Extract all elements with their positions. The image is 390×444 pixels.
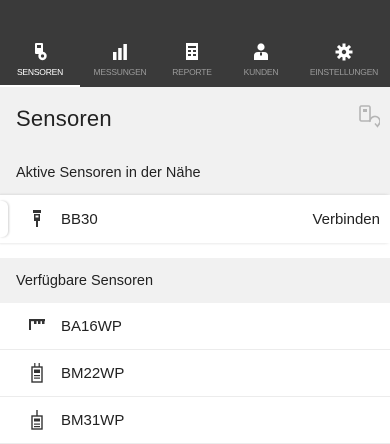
tab-sensoren[interactable]: SENSOREN [0, 40, 80, 87]
report-icon [186, 43, 198, 60]
section-header-nearby: Aktive Sensoren in der Nähe [0, 150, 390, 195]
section-title-available: Verfügbare Sensoren [16, 272, 154, 289]
section-header-available: Verfügbare Sensoren [0, 258, 390, 303]
tab-messungen-label: MESSUNGEN [93, 67, 147, 77]
main-tabs: SENSOREN MESSUNGEN REPORTE KUNDEN EINSTE… [0, 40, 390, 87]
sensor-name: BM22WP [61, 364, 125, 382]
list-item-sensor-bm31wp[interactable]: BM31WP [0, 397, 390, 444]
sensor-name: BA16WP [61, 317, 122, 335]
comb-sensor-icon [29, 319, 45, 330]
customers-icon [254, 43, 268, 60]
tab-einstellungen-label: EINSTELLUNGEN [309, 67, 379, 77]
tab-kunden[interactable]: KUNDEN [224, 40, 298, 87]
gear-icon [335, 43, 353, 61]
sensor-name: BB30 [61, 210, 98, 228]
tab-kunden-label: KUNDEN [243, 67, 279, 77]
connect-button[interactable]: Verbinden [312, 211, 380, 228]
probe-icon [33, 210, 41, 227]
top-navigation-bar: SENSOREN MESSUNGEN REPORTE KUNDEN EINSTE… [0, 0, 390, 87]
tab-messungen[interactable]: MESSUNGEN [80, 40, 160, 87]
meter-icon [31, 363, 43, 383]
list-item-sensor-bb30[interactable]: BB30 Verbinden [0, 195, 390, 243]
tab-reporte-label: REPORTE [172, 67, 212, 77]
page-title: Sensoren [16, 105, 112, 131]
list-item-sensor-ba16wp[interactable]: BA16WP [0, 303, 390, 350]
list-item-sensor-bm22wp[interactable]: BM22WP [0, 350, 390, 397]
section-title-nearby: Aktive Sensoren in der Nähe [16, 164, 201, 181]
bar-chart-icon [113, 44, 127, 60]
page-header: Sensoren [0, 87, 390, 150]
sensor-settings-icon [35, 43, 47, 61]
sensor-name: BM31WP [61, 411, 125, 429]
tip-meter-icon [31, 410, 43, 430]
tab-sensoren-label: SENSOREN [16, 67, 64, 77]
sensor-sync-icon[interactable] [358, 105, 380, 129]
tab-einstellungen[interactable]: EINSTELLUNGEN [298, 40, 390, 87]
tab-reporte[interactable]: REPORTE [160, 40, 224, 87]
